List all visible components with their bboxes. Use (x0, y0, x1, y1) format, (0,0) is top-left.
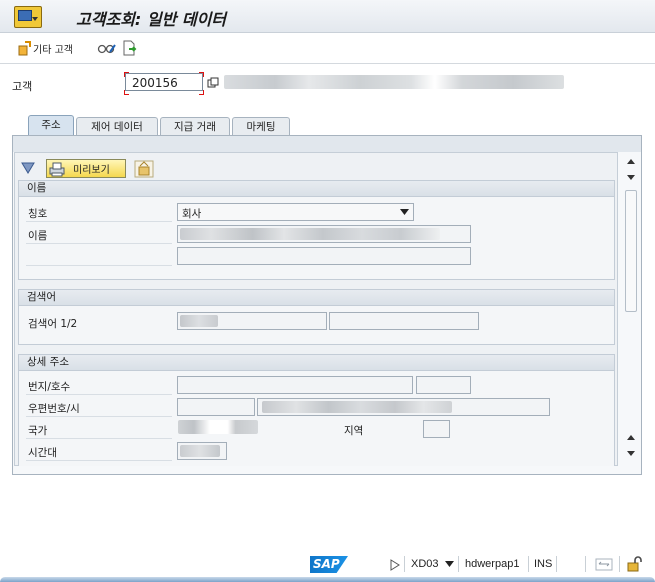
document-arrow-icon (123, 40, 137, 56)
redacted-country (178, 420, 258, 434)
name2-field[interactable] (177, 247, 471, 265)
scroll-up-icon[interactable] (627, 435, 635, 440)
redacted-customer-name (224, 75, 564, 89)
street-field[interactable] (177, 376, 413, 394)
row-underline (26, 265, 172, 266)
separator (556, 556, 557, 572)
preview-button[interactable]: 미리보기 (46, 159, 126, 178)
other-customer-label: 기타 고객 (33, 44, 73, 56)
salutation-select[interactable]: 회사 (177, 203, 414, 221)
section-name-title: 이름 (19, 181, 614, 197)
other-customer-button[interactable]: 기타 고객 (16, 39, 73, 57)
play-icon[interactable] (390, 559, 400, 571)
application-toolbar: 기타 고객 (0, 33, 655, 64)
row-underline (26, 394, 172, 395)
timezone-label: 시간대 (28, 447, 57, 459)
postal-city-label: 우편번호/시 (28, 403, 80, 415)
region-label: 지역 (344, 425, 364, 437)
tab-strip: 주소 제어 데이터 지급 거래 마케팅 (12, 113, 642, 136)
row-underline (26, 243, 172, 244)
required-marker (199, 90, 204, 95)
scrollbar-thumb[interactable] (625, 190, 637, 312)
print-icon (49, 162, 65, 176)
app-menu-icon[interactable] (14, 6, 42, 28)
name1-field[interactable] (177, 225, 471, 243)
row-underline (26, 438, 172, 439)
sort-icon[interactable] (20, 160, 36, 176)
name-label: 이름 (28, 230, 48, 242)
required-marker (124, 72, 129, 77)
vertical-scrollbar[interactable] (623, 155, 640, 463)
separator (458, 556, 459, 572)
country-label: 국가 (28, 425, 48, 437)
separator (585, 556, 586, 572)
window-bottom-edge (0, 577, 655, 582)
customer-label: 고객 (12, 80, 33, 93)
section-address-title: 상세 주소 (19, 355, 614, 371)
house-number-field[interactable] (416, 376, 471, 394)
layout-icon[interactable] (595, 558, 613, 571)
other-customer-icon (18, 41, 31, 56)
display-change-button[interactable] (97, 39, 117, 57)
timezone-field[interactable] (177, 442, 227, 460)
tab-marketing[interactable]: 마케팅 (232, 117, 290, 135)
scroll-up-icon[interactable] (627, 159, 635, 164)
row-underline (26, 460, 172, 461)
search-term1-field[interactable] (177, 312, 327, 330)
row-underline (26, 416, 172, 417)
scroll-down-icon[interactable] (627, 175, 635, 180)
duplicate-icon[interactable] (207, 77, 219, 89)
scroll-down-icon[interactable] (627, 451, 635, 456)
salutation-label: 칭호 (28, 208, 48, 220)
package-icon[interactable] (134, 160, 154, 178)
separator (619, 556, 620, 572)
lock-icon[interactable] (626, 556, 642, 572)
panel-header (13, 136, 641, 152)
region-field[interactable] (423, 420, 450, 438)
window-title: 고객조회: 일반 데이터 (76, 10, 227, 29)
document-button[interactable] (122, 39, 138, 57)
server-name: hdwerpap1 (465, 558, 520, 570)
glasses-icon (97, 44, 116, 54)
search-term-label: 검색어 1/2 (28, 318, 78, 330)
dropdown-icon[interactable] (445, 561, 454, 567)
section-search-title: 검색어 (19, 290, 614, 306)
city-field[interactable] (257, 398, 550, 416)
input-mode: INS (534, 558, 553, 570)
redacted-city (262, 401, 452, 413)
separator (404, 556, 405, 572)
customer-input[interactable]: 200156 (125, 73, 203, 91)
dropdown-icon (400, 209, 409, 215)
postal-code-field[interactable] (177, 398, 255, 416)
tab-payment[interactable]: 지급 거래 (160, 117, 230, 135)
required-marker (124, 90, 129, 95)
salutation-value: 회사 (182, 208, 202, 220)
street-label: 번지/호수 (28, 381, 71, 393)
required-marker (199, 72, 204, 77)
preview-label: 미리보기 (73, 165, 110, 176)
redacted-timezone (180, 445, 220, 457)
search-term2-field[interactable] (329, 312, 479, 330)
redacted-search-term (180, 315, 218, 327)
tab-address[interactable]: 주소 (28, 115, 74, 136)
tab-control-data[interactable]: 제어 데이터 (76, 117, 158, 135)
system-id: XD03 (411, 558, 439, 570)
row-underline (26, 221, 172, 222)
separator (528, 556, 529, 572)
redacted-name (180, 228, 440, 240)
